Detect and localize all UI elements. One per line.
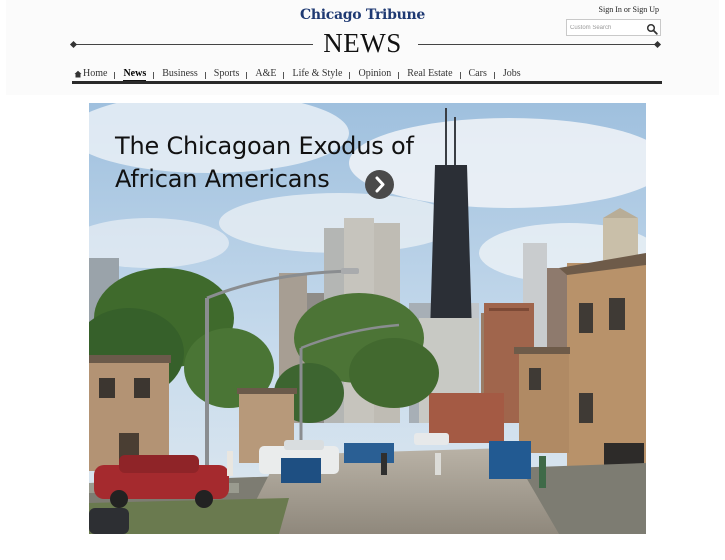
nav-item-cars[interactable]: Cars — [459, 66, 495, 81]
nav-item-home[interactable]: Home — [72, 66, 115, 81]
hero-headline-line-1: The Chicagoan Exodus of — [115, 132, 414, 160]
main-nav: Home News Business Sports A&E Life & Sty… — [72, 66, 662, 84]
hero-headline-line-2: African Americans — [115, 165, 330, 193]
nav-items: Home News Business Sports A&E Life & Sty… — [72, 66, 529, 82]
masthead-logo[interactable]: Chicago Tribune — [0, 7, 725, 23]
nav-item-real-estate[interactable]: Real Estate — [398, 66, 460, 81]
nav-underline-bar — [72, 81, 662, 84]
nav-item-business[interactable]: Business — [153, 66, 206, 81]
nav-item-sports[interactable]: Sports — [204, 66, 248, 81]
section-title: NEWS — [323, 28, 402, 58]
chevron-right-icon — [375, 176, 385, 193]
hero-arrow-button[interactable] — [365, 170, 394, 199]
nav-item-ae[interactable]: A&E — [246, 66, 284, 81]
nav-item-opinion[interactable]: Opinion — [349, 66, 399, 81]
nav-item-jobs[interactable]: Jobs — [493, 66, 529, 81]
hero-headline[interactable]: The Chicagoan Exodus of African American… — [115, 130, 475, 196]
nav-item-news[interactable]: News — [114, 66, 154, 82]
home-icon — [74, 70, 82, 78]
nav-item-life-style[interactable]: Life & Style — [283, 66, 350, 81]
hero-feature[interactable]: The Chicagoan Exodus of African American… — [89, 103, 646, 534]
